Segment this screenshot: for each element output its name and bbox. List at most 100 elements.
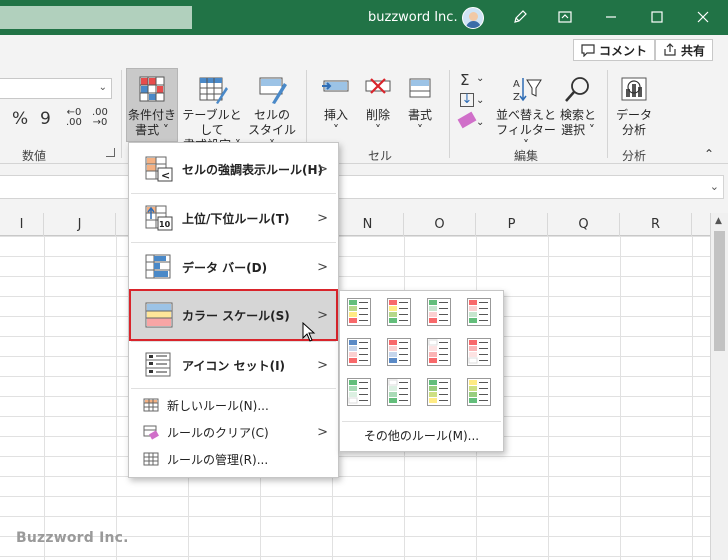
format-cells-button[interactable]: 書式 ˅ (400, 75, 440, 138)
clear-rules-icon (143, 425, 159, 440)
autosum-icon[interactable]: Σ (460, 71, 469, 89)
percent-style-button[interactable]: % (12, 109, 28, 129)
insert-cells-button[interactable]: 挿入 ˅ (316, 75, 356, 138)
share-button[interactable]: 共有 (655, 39, 714, 61)
new-rule-icon (143, 398, 159, 412)
formula-input[interactable]: ⌄ (0, 175, 724, 199)
maximize-icon[interactable] (646, 6, 668, 28)
sort-filter-button[interactable]: A Z 並べ替えと フィルター ˅ (496, 75, 556, 153)
menu-item-highlight-rules[interactable]: < セルの強調表示ルール(H) > (129, 145, 338, 193)
menu-item-clear-rules[interactable]: ルールのクリア(C) > (129, 419, 338, 445)
group-separator (121, 70, 122, 158)
insert-cells-icon (322, 80, 349, 92)
chevron-right-icon: > (317, 307, 328, 323)
conditional-format-button[interactable]: 条件付き 書式 ˅ (126, 68, 178, 142)
column-header-p[interactable]: P (476, 213, 548, 236)
column-headers: I J K L M N O P Q R (0, 213, 710, 236)
dialog-launcher-icon[interactable] (106, 148, 115, 157)
cell-styles-label-1: セルの (253, 108, 290, 122)
ribbon-display-icon[interactable] (554, 6, 576, 28)
data-analysis-icon (621, 77, 647, 101)
account-name: buzzword Inc. (368, 10, 458, 25)
svg-text:<: < (161, 169, 170, 182)
conditional-format-icon (139, 76, 165, 102)
column-header-i[interactable]: I (0, 213, 44, 236)
format-label-2: ˅ (417, 123, 423, 137)
delete-label-2: ˅ (375, 123, 381, 137)
color-scale-white-red-icon[interactable] (427, 338, 451, 366)
close-icon[interactable] (692, 6, 714, 28)
cell-styles-icon (259, 77, 287, 104)
color-scale-green-white-icon[interactable] (347, 378, 371, 406)
delete-cells-icon (365, 78, 391, 94)
chevron-down-icon[interactable]: ⌄ (476, 95, 484, 106)
find-icon (565, 77, 589, 102)
number-group-label: 数値 (22, 149, 47, 163)
delete-cells-button[interactable]: 削除 ˅ (358, 75, 398, 138)
color-scale-red-white-icon[interactable] (467, 338, 491, 366)
menu-item-label: 新しいルール(N)... (167, 398, 269, 413)
edit-group-label: 編集 (514, 149, 539, 163)
clear-icon[interactable] (457, 111, 477, 129)
menu-item-label: 上位/下位ルール(T) (182, 211, 290, 226)
group-separator (607, 70, 608, 158)
color-scales-icon (145, 302, 173, 328)
menu-item-label: データ バー(D) (182, 260, 268, 275)
avatar[interactable] (462, 7, 484, 29)
color-scale-red-white-green-icon[interactable] (467, 298, 491, 326)
column-header-q[interactable]: Q (548, 213, 620, 236)
color-scale-yellow-green-icon[interactable] (467, 378, 491, 406)
comment-icon (581, 44, 595, 57)
column-header-o[interactable]: O (404, 213, 476, 236)
collapse-ribbon-icon[interactable]: ⌃ (704, 147, 714, 161)
find-select-button[interactable]: 検索と 選択 ˅ (558, 75, 598, 138)
format-as-table-label-1: テーブルとして (182, 108, 242, 137)
delete-label-1: 削除 (365, 108, 390, 122)
scroll-up-icon[interactable]: ▲ (715, 216, 722, 226)
color-scale-red-yellow-green-icon[interactable] (387, 298, 411, 326)
fill-icon[interactable]: ↓ (460, 93, 474, 107)
minimize-icon[interactable] (600, 6, 622, 28)
color-scale-white-green-icon[interactable] (387, 378, 411, 406)
expand-formula-icon[interactable]: ⌄ (710, 180, 719, 193)
ribbon: コメント 共有 ⌄ % 9 ←0.00 .00→0 数値 条件付き 書式 ˅ (0, 35, 728, 164)
highlight-rules-icon: < (145, 156, 173, 182)
comment-button[interactable]: コメント (573, 39, 656, 61)
color-scale-red-white-blue-icon[interactable] (387, 338, 411, 366)
more-rules-item[interactable]: その他のルール(M)... (340, 427, 503, 444)
menu-item-top-bottom-rules[interactable]: 10 上位/下位ルール(T) > (129, 194, 338, 242)
menu-item-data-bars[interactable]: データ バー(D) > (129, 243, 338, 291)
color-scale-green-white-red-icon[interactable] (427, 298, 451, 326)
menu-item-label: ルールのクリア(C) (167, 425, 269, 440)
comma-style-button[interactable]: 9 (40, 109, 51, 129)
insert-label-2: ˅ (333, 123, 339, 137)
color-scale-green-yellow-icon[interactable] (427, 378, 451, 406)
vertical-scrollbar[interactable]: ▲ (710, 213, 728, 560)
menu-item-icon-sets[interactable]: アイコン セット(I) > (129, 342, 338, 388)
menu-item-manage-rules[interactable]: ルールの管理(R)... (129, 446, 338, 472)
sort-filter-label-1: 並べ替えと (496, 108, 557, 122)
chevron-down-icon[interactable]: ⌄ (476, 73, 484, 84)
column-header-r[interactable]: R (620, 213, 692, 236)
data-analysis-button[interactable]: データ 分析 (614, 75, 654, 138)
font-select[interactable]: ⌄ (0, 78, 112, 99)
column-header-n[interactable]: N (332, 213, 404, 236)
chevron-down-icon[interactable]: ⌄ (476, 117, 484, 128)
menu-item-new-rule[interactable]: 新しいルール(N)... (129, 392, 338, 418)
search-box[interactable] (0, 6, 192, 29)
scroll-thumb[interactable] (714, 231, 725, 351)
color-scales-submenu: その他のルール(M)... (339, 290, 504, 452)
analysis-group-label: 分析 (622, 149, 647, 163)
pen-icon[interactable] (509, 6, 531, 28)
grid-line (548, 236, 549, 560)
data-analysis-label-2: 分析 (621, 123, 646, 137)
chevron-right-icon: > (317, 161, 328, 177)
color-scale-green-yellow-red-icon[interactable] (347, 298, 371, 326)
increase-decimal-button[interactable]: ←0.00 (66, 108, 82, 128)
formula-bar: ⌄ (0, 172, 728, 202)
conditional-format-label-2: 書式 ˅ (135, 123, 169, 137)
color-scale-blue-white-red-icon[interactable] (347, 338, 371, 366)
decrease-decimal-button[interactable]: .00 →0 (92, 108, 108, 128)
watermark: Buzzword Inc. (16, 530, 129, 546)
column-header-j[interactable]: J (44, 213, 116, 236)
